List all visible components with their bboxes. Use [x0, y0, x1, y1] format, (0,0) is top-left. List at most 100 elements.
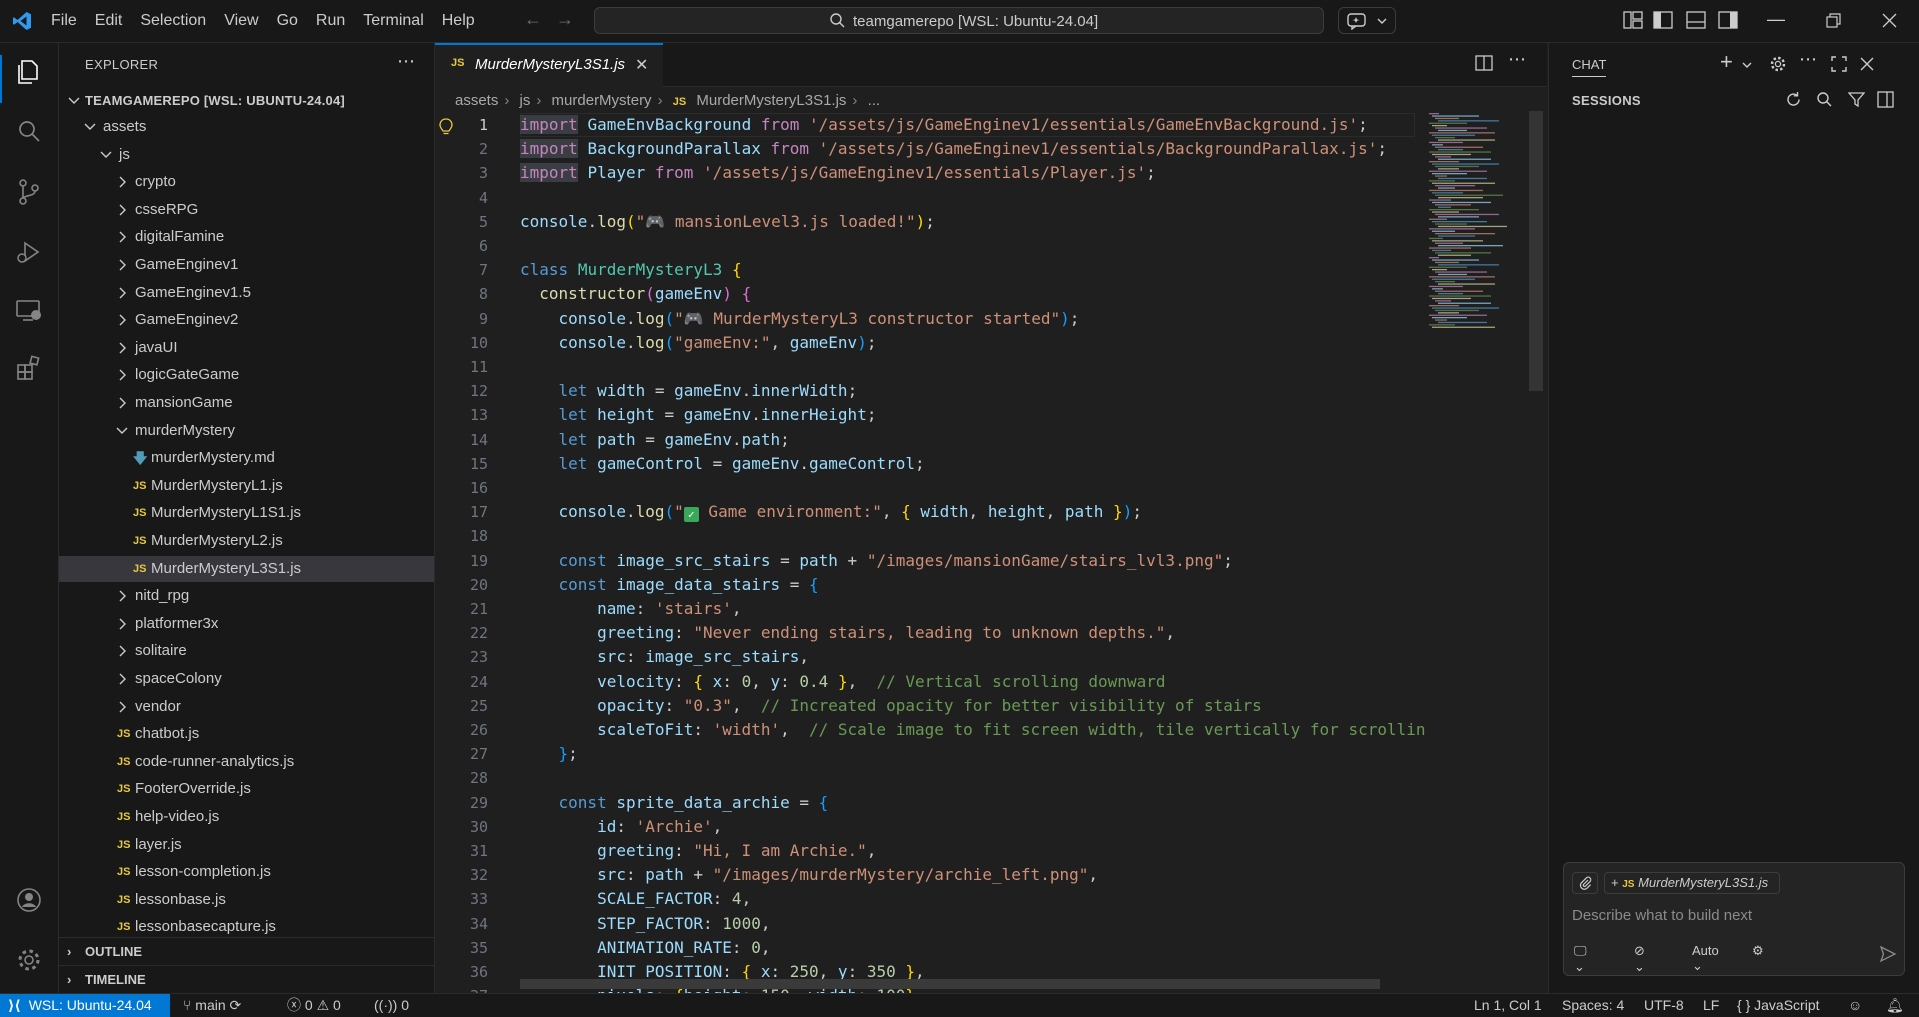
- tree-file[interactable]: JS MurderMysteryL3S1.js: [59, 555, 434, 582]
- code-line[interactable]: 2 import BackgroundParallax from '/assets…: [435, 137, 1425, 161]
- code-editor[interactable]: 1 import GameEnvBackground from '/assets/…: [435, 111, 1425, 993]
- split-editor-icon[interactable]: [1475, 54, 1493, 72]
- customize-layout-icon[interactable]: [1623, 11, 1643, 29]
- close-icon[interactable]: ✕: [635, 55, 648, 75]
- language-mode[interactable]: { } JavaScript: [1737, 994, 1820, 1017]
- breadcrumb-murdermystery[interactable]: murderMystery: [552, 92, 652, 109]
- code-line[interactable]: 13 let height = gameEnv.innerHeight;: [435, 403, 1425, 427]
- tree-file[interactable]: JS lessonbase.js: [59, 887, 434, 913]
- more-actions-icon[interactable]: ⋯: [1508, 49, 1526, 70]
- breadcrumb-file[interactable]: MurderMysteryL3S1.js: [696, 92, 846, 109]
- code-line[interactable]: 32 src: path + "/images/murderMystery/ar…: [435, 863, 1425, 887]
- indentation[interactable]: Spaces: 4: [1562, 994, 1624, 1017]
- more-actions-icon[interactable]: ⋯: [397, 51, 415, 72]
- code-line[interactable]: 22 greeting: "Never ending stairs, leadi…: [435, 621, 1425, 645]
- breadcrumb-symbols[interactable]: ...: [868, 92, 881, 109]
- problems-indicator[interactable]: ⓧ 0 ⚠ 0: [287, 994, 341, 1017]
- remote-indicator[interactable]: ⟩⟨ WSL: Ubuntu-24.04: [0, 994, 170, 1017]
- menu-selection[interactable]: Selection: [131, 0, 215, 42]
- tree-folder[interactable]: crypto: [59, 169, 434, 195]
- menu-help[interactable]: Help: [433, 0, 484, 42]
- code-line[interactable]: 26 scaleToFit: 'width', // Scale image t…: [435, 718, 1425, 742]
- code-line[interactable]: 14 let path = gameEnv.path;: [435, 428, 1425, 452]
- context-file-chip[interactable]: + JS MurderMysteryL3S1.js: [1604, 872, 1780, 894]
- code-line[interactable]: 10 console.log("gameEnv:", gameEnv);: [435, 331, 1425, 355]
- workspace-root[interactable]: TEAMGAMEREPO [WSL: UBUNTU-24.04]: [59, 88, 434, 114]
- code-line[interactable]: 28: [435, 766, 1425, 790]
- tree-folder[interactable]: csseRPG: [59, 197, 434, 223]
- tree-folder[interactable]: javaUI: [59, 335, 434, 361]
- code-line[interactable]: 27 };: [435, 742, 1425, 766]
- code-line[interactable]: 31 greeting: "Hi, I am Archie.",: [435, 839, 1425, 863]
- menu-file[interactable]: File: [42, 0, 86, 42]
- source-control-icon[interactable]: [14, 177, 44, 207]
- toggle-secondary-sidebar-icon[interactable]: [1718, 11, 1738, 29]
- tree-folder[interactable]: murderMystery: [59, 418, 434, 444]
- toggle-sidebar-icon[interactable]: [1877, 91, 1894, 108]
- restore-icon[interactable]: [1826, 13, 1841, 28]
- menu-go[interactable]: Go: [268, 0, 307, 42]
- code-line[interactable]: 11: [435, 355, 1425, 379]
- code-line[interactable]: 7 class MurderMysteryL3 {: [435, 258, 1425, 282]
- code-line[interactable]: 29 const sprite_data_archie = {: [435, 791, 1425, 815]
- code-line[interactable]: 25 opacity: "0.3", // Increated opacity …: [435, 694, 1425, 718]
- menu-run[interactable]: Run: [307, 0, 354, 42]
- notifications-icon[interactable]: 🔔︎: [1886, 994, 1904, 1017]
- tree-file[interactable]: JS FooterOverride.js: [59, 776, 434, 802]
- code-line[interactable]: 35 ANIMATION_RATE: 0,: [435, 936, 1425, 960]
- tab-murdermysteryl3s1[interactable]: JS MurderMysteryL3S1.js ✕: [435, 43, 663, 87]
- code-line[interactable]: 6: [435, 234, 1425, 258]
- code-line[interactable]: 12 let width = gameEnv.innerWidth;: [435, 379, 1425, 403]
- encoding[interactable]: UTF-8: [1644, 994, 1684, 1017]
- code-line[interactable]: 23 src: image_src_stairs,: [435, 645, 1425, 669]
- attach-context-button[interactable]: [1572, 872, 1598, 894]
- session-target-icon[interactable]: 🖵 ⌄: [1574, 943, 1587, 975]
- code-line[interactable]: 21 name: 'stairs',: [435, 597, 1425, 621]
- code-line[interactable]: 1 import GameEnvBackground from '/assets/…: [435, 113, 1425, 137]
- code-line[interactable]: 20 const image_data_stairs = {: [435, 573, 1425, 597]
- minimize-icon[interactable]: —: [1767, 9, 1785, 30]
- code-line[interactable]: 4: [435, 186, 1425, 210]
- copilot-button[interactable]: [1338, 7, 1396, 34]
- forward-arrow-icon[interactable]: →: [556, 9, 574, 30]
- code-line[interactable]: 18: [435, 524, 1425, 548]
- code-line[interactable]: 16: [435, 476, 1425, 500]
- send-icon[interactable]: [1879, 945, 1897, 963]
- model-picker[interactable]: Auto ⌄: [1692, 943, 1719, 974]
- code-line[interactable]: 33 SCALE_FACTOR: 4,: [435, 887, 1425, 911]
- cursor-position[interactable]: Ln 1, Col 1: [1474, 994, 1542, 1017]
- tree-folder[interactable]: vendor: [59, 694, 434, 720]
- code-line[interactable]: 17 console.log(" ✓ Game environment:", { …: [435, 500, 1425, 524]
- tools-icon[interactable]: ⚙: [1752, 943, 1764, 959]
- minimap[interactable]: [1427, 111, 1527, 341]
- ports-indicator[interactable]: ((·)) 0: [374, 994, 409, 1017]
- breadcrumb-js[interactable]: js: [520, 92, 531, 109]
- tree-file[interactable]: JS chatbot.js: [59, 721, 434, 747]
- maximize-icon[interactable]: [1831, 56, 1847, 72]
- gear-icon[interactable]: [1769, 55, 1787, 73]
- breadcrumb-assets[interactable]: assets: [455, 92, 498, 109]
- code-line[interactable]: 30 id: 'Archie',: [435, 815, 1425, 839]
- toggle-panel-icon[interactable]: [1686, 11, 1706, 29]
- tree-folder[interactable]: solitaire: [59, 638, 434, 664]
- code-line[interactable]: 8 constructor(gameEnv) {: [435, 282, 1425, 306]
- code-line[interactable]: 5 console.log("🎮 mansionLevel3.js loaded!…: [435, 210, 1425, 234]
- code-line[interactable]: 3 import Player from '/assets/js/GameEngi…: [435, 161, 1425, 185]
- close-icon[interactable]: [1860, 57, 1874, 71]
- tree-folder[interactable]: js: [59, 142, 434, 168]
- tree-file[interactable]: JS help-video.js: [59, 804, 434, 830]
- extensions-icon[interactable]: [14, 353, 44, 383]
- tree-folder[interactable]: GameEnginev1: [59, 252, 434, 278]
- tree-file[interactable]: JS code-runner-analytics.js: [59, 749, 434, 775]
- tree-file[interactable]: 🡇 murderMystery.md: [59, 445, 434, 471]
- code-line[interactable]: 34 STEP_FACTOR: 1000,: [435, 912, 1425, 936]
- command-center[interactable]: teamgamerepo [WSL: Ubuntu-24.04]: [594, 7, 1324, 34]
- horizontal-scrollbar[interactable]: [520, 979, 1380, 989]
- chevron-down-icon[interactable]: [1742, 61, 1752, 69]
- branch-indicator[interactable]: ⑂ main ⟳: [183, 994, 241, 1017]
- back-arrow-icon[interactable]: ←: [524, 9, 542, 30]
- tree-folder[interactable]: spaceColony: [59, 666, 434, 692]
- search-icon[interactable]: [1816, 91, 1833, 108]
- gear-icon[interactable]: [14, 945, 44, 975]
- code-line[interactable]: 15 let gameControl = gameEnv.gameControl…: [435, 452, 1425, 476]
